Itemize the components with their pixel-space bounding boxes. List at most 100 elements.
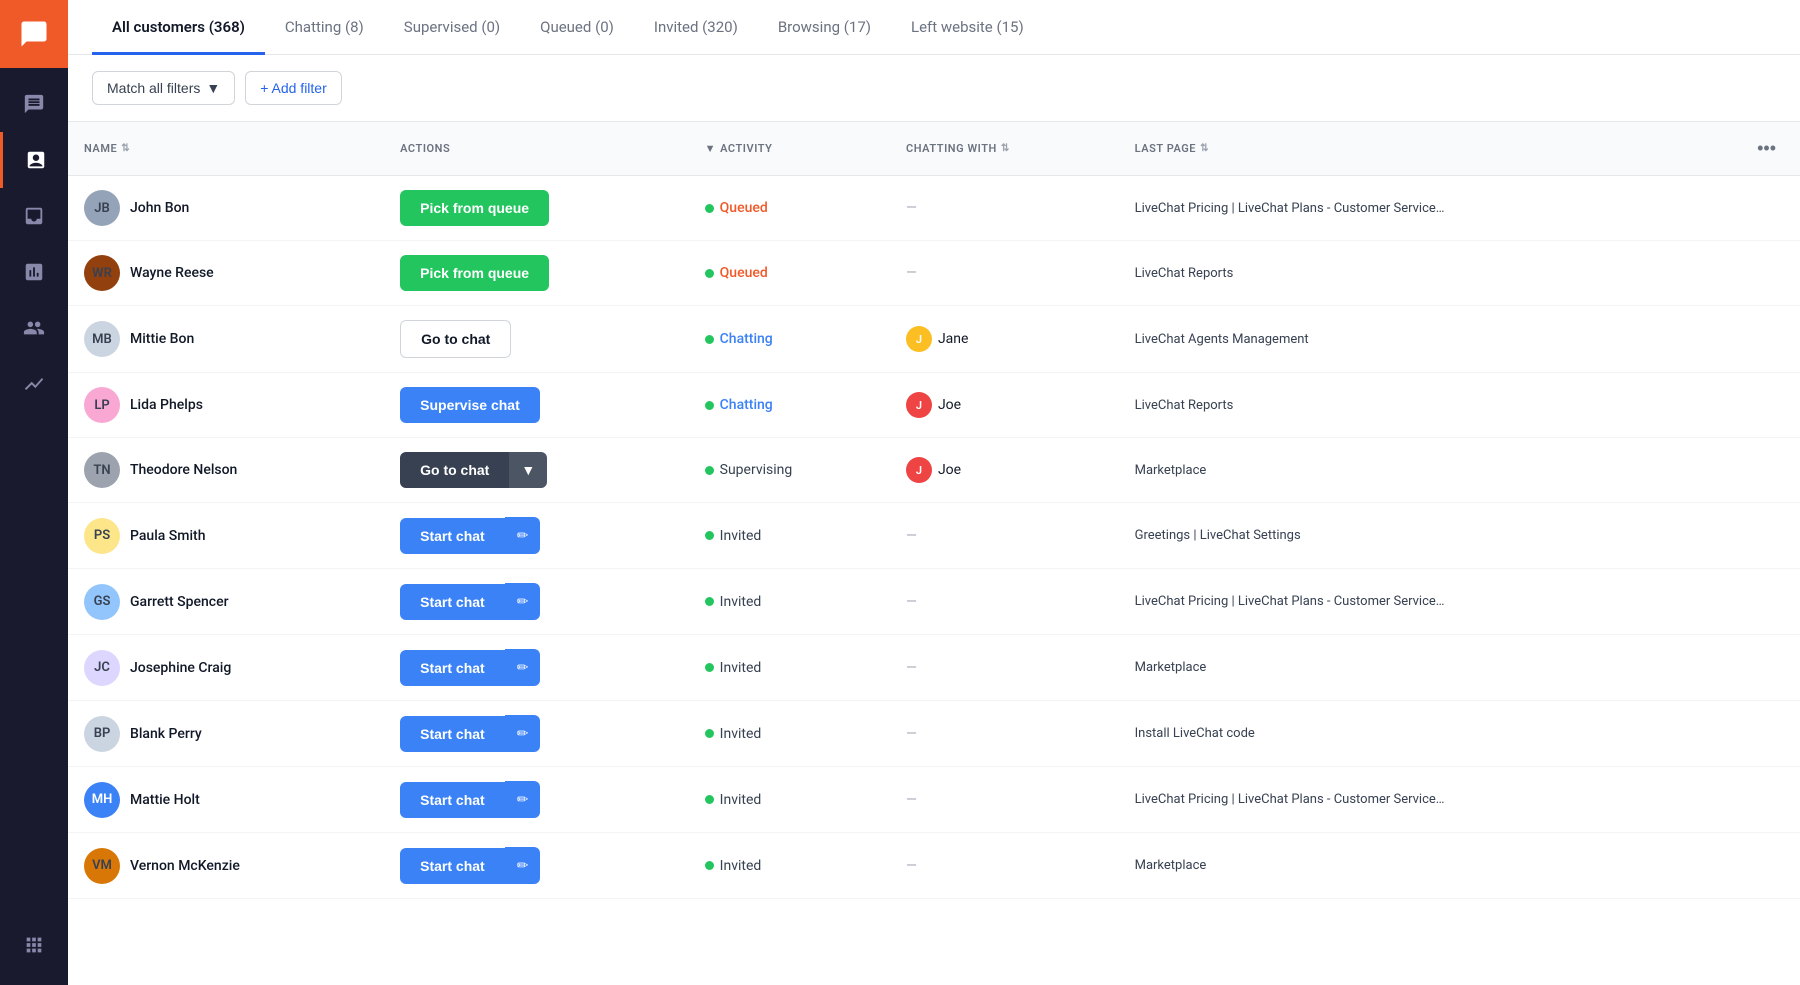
action-cell: Start chat ✏ [384,569,689,635]
status-label: Supervising [720,462,793,478]
col-last-page[interactable]: LAST PAGE ⇅ [1119,122,1694,176]
last-page-cell: LiveChat Reports [1119,241,1694,306]
status-dot [705,795,714,804]
avatar: JB [84,190,120,226]
sort-icon-activity: ▼ [705,142,716,155]
activity-cell: Invited [689,635,890,701]
customer-name: Wayne Reese [130,265,214,281]
status-dot [705,269,714,278]
app-logo [0,0,68,68]
customer-name: Mittie Bon [130,331,194,347]
start-chat-button[interactable]: Start chat [400,584,505,620]
status-label: Invited [720,660,762,676]
more-options-button[interactable]: ••• [1753,134,1780,163]
customer-name: Paula Smith [130,528,205,544]
row-more-cell [1694,635,1800,701]
avatar: GS [84,584,120,620]
customer-name: Vernon McKenzie [130,858,240,874]
tab-left[interactable]: Left website (15) [891,0,1044,55]
tab-chatting[interactable]: Chatting (8) [265,0,384,55]
no-agent: — [906,660,917,676]
sidebar-item-customers[interactable] [0,132,68,188]
customer-name-cell: TN Theodore Nelson [68,438,384,503]
tab-supervised[interactable]: Supervised (0) [384,0,520,55]
row-more-cell [1694,438,1800,503]
col-activity[interactable]: ▼ ACTIVITY [689,122,890,176]
action-cell: Go to chat [384,306,689,373]
edit-invite-button[interactable]: ✏ [505,715,541,752]
add-filter-label: + Add filter [260,80,327,96]
customer-name: John Bon [130,200,189,216]
row-more-cell [1694,569,1800,635]
edit-invite-button[interactable]: ✏ [505,583,541,620]
status-dot [705,861,714,870]
status-label: Queued [720,200,768,216]
tab-queued[interactable]: Queued (0) [520,0,634,55]
row-more-cell [1694,373,1800,438]
match-filter-button[interactable]: Match all filters ▼ [92,71,235,105]
status-dot [705,401,714,410]
customer-name-cell: JB John Bon [68,176,384,241]
table-body: JB John Bon Pick from queue Queued —Live… [68,176,1800,899]
tab-all[interactable]: All customers (368) [92,0,265,55]
add-filter-button[interactable]: + Add filter [245,71,342,105]
customer-name-cell: MB Mittie Bon [68,306,384,373]
chatting-with-cell: — [890,767,1119,833]
sidebar-item-analytics[interactable] [0,356,68,412]
goto-chat-button[interactable]: Go to chat [400,452,509,488]
customer-name: Mattie Holt [130,792,200,808]
status-dot [705,663,714,672]
start-chat-button[interactable]: Start chat [400,650,505,686]
customers-table-container: NAME ⇅ ACTIONS ▼ ACTIVITY CHATTING WIT [68,122,1800,985]
col-name[interactable]: NAME ⇅ [68,122,384,176]
avatar: TN [84,452,120,488]
table-row: PS Paula Smith Start chat ✏ Invited —Gre… [68,503,1800,569]
sidebar-item-reports[interactable] [0,244,68,300]
start-chat-button[interactable]: Start chat [400,518,505,554]
row-more-cell [1694,241,1800,306]
row-more-cell [1694,176,1800,241]
goto-chat-arrow-button[interactable]: ▼ [509,452,547,488]
edit-invite-button[interactable]: ✏ [505,649,541,686]
table-row: VM Vernon McKenzie Start chat ✏ Invited … [68,833,1800,899]
avatar: LP [84,387,120,423]
customer-name-cell: WR Wayne Reese [68,241,384,306]
table-row: MH Mattie Holt Start chat ✏ Invited —Liv… [68,767,1800,833]
chatting-with-cell: J Jane [890,306,1119,373]
edit-invite-button[interactable]: ✏ [505,517,541,554]
goto-chat-button[interactable]: Go to chat [400,320,511,358]
action-cell: Start chat ✏ [384,503,689,569]
pick-queue-button[interactable]: Pick from queue [400,190,549,226]
sidebar-item-chat[interactable] [0,76,68,132]
supervise-chat-button[interactable]: Supervise chat [400,387,540,423]
activity-cell: Invited [689,833,890,899]
edit-invite-button[interactable]: ✏ [505,847,541,884]
tab-invited[interactable]: Invited (320) [634,0,758,55]
activity-cell: Chatting [689,373,890,438]
start-chat-button[interactable]: Start chat [400,848,505,884]
pick-queue-button[interactable]: Pick from queue [400,255,549,291]
start-chat-button[interactable]: Start chat [400,716,505,752]
last-page-cell: Install LiveChat code [1119,701,1694,767]
table-header-row: NAME ⇅ ACTIONS ▼ ACTIVITY CHATTING WIT [68,122,1800,176]
row-more-cell [1694,701,1800,767]
sidebar-item-team[interactable] [0,300,68,356]
chatting-with-cell: — [890,176,1119,241]
sidebar-item-apps[interactable] [0,917,68,973]
status-label: Invited [720,528,762,544]
agent-name: Joe [938,462,961,478]
chatting-with-cell: — [890,701,1119,767]
main-content: All customers (368)Chatting (8)Supervise… [68,0,1800,985]
no-agent: — [906,265,917,281]
sidebar-item-inbox[interactable] [0,188,68,244]
sidebar-nav [0,68,68,412]
col-actions: ACTIONS [384,122,689,176]
col-chatting-with[interactable]: CHATTING WITH ⇅ [890,122,1119,176]
customer-name: Josephine Craig [130,660,231,676]
edit-invite-button[interactable]: ✏ [505,781,541,818]
tab-browsing[interactable]: Browsing (17) [758,0,891,55]
customer-name-cell: JC Josephine Craig [68,635,384,701]
status-label: Invited [720,858,762,874]
start-chat-button[interactable]: Start chat [400,782,505,818]
table-row: LP Lida Phelps Supervise chat Chatting J… [68,373,1800,438]
